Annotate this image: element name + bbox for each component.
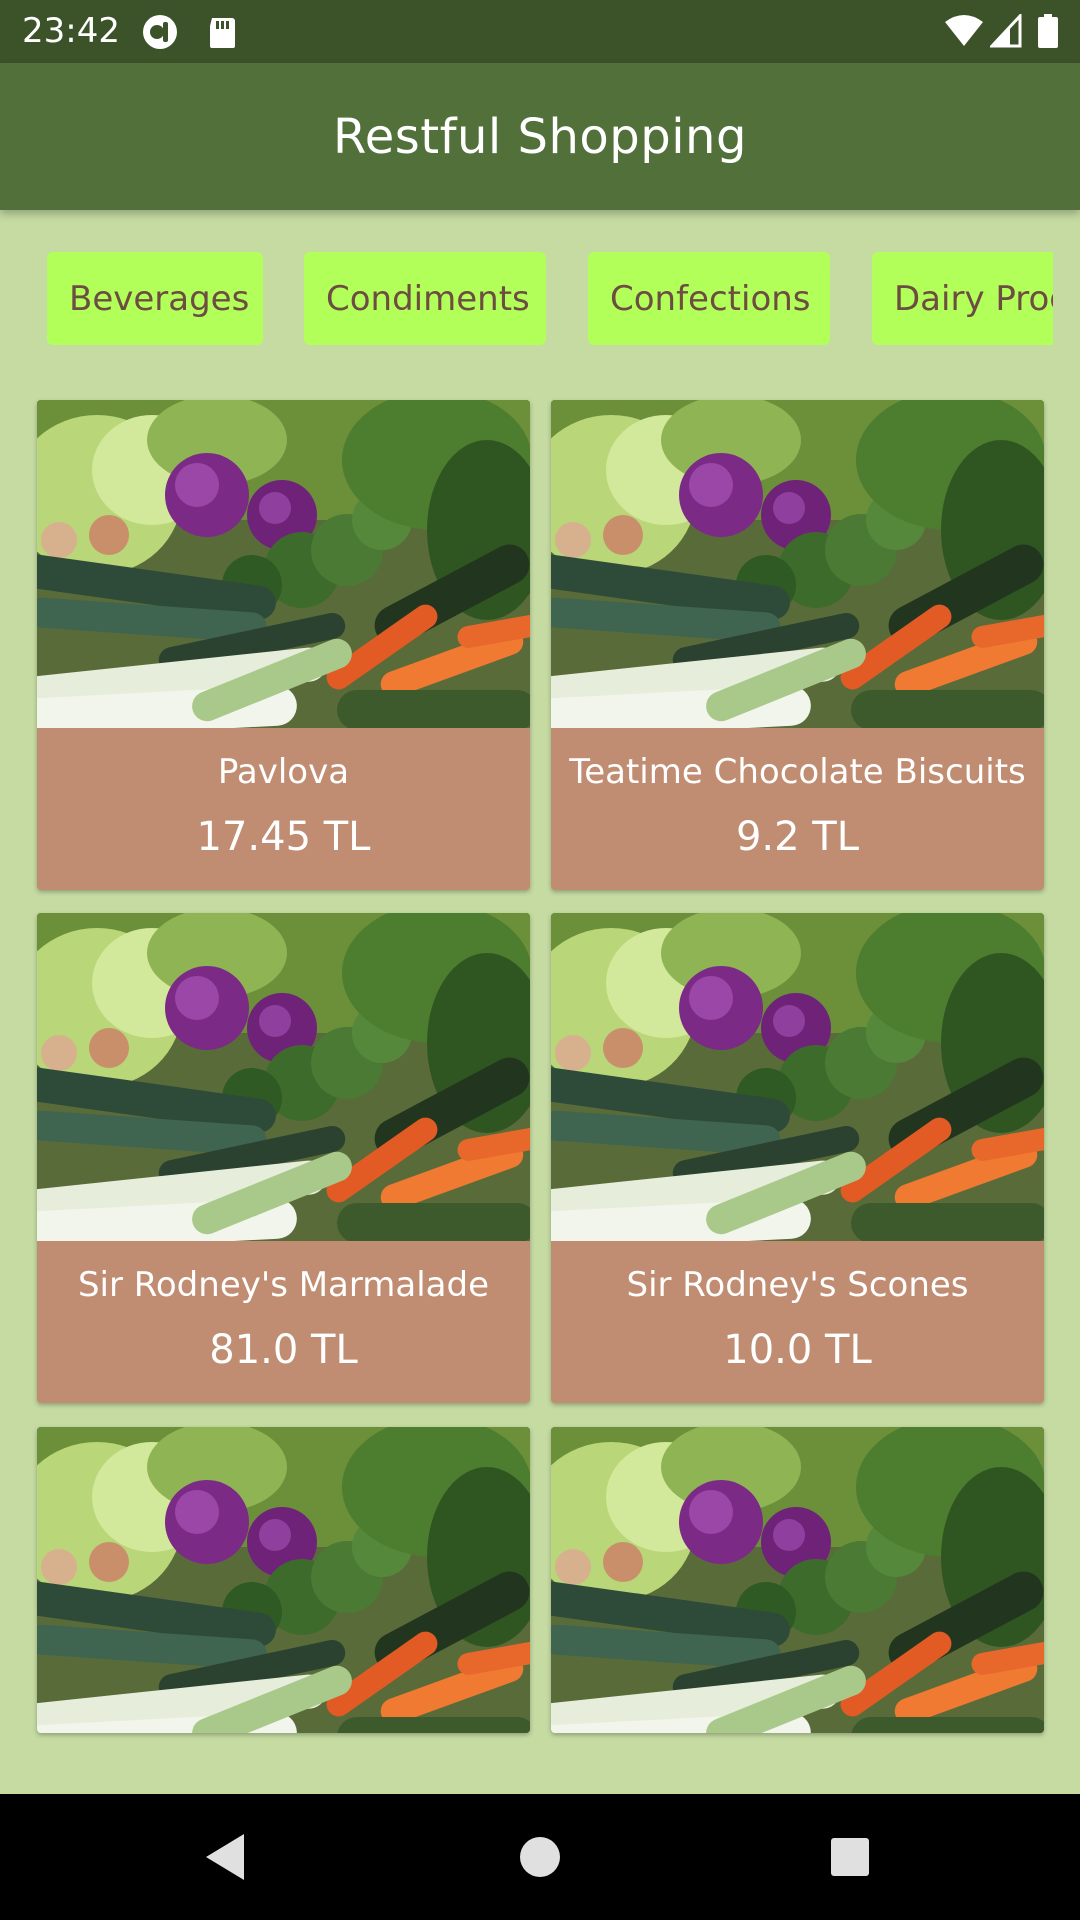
product-name: Teatime Chocolate Biscuits xyxy=(569,752,1026,792)
product-card[interactable]: Pavlova 17.45 TL xyxy=(37,400,530,890)
product-card[interactable] xyxy=(551,1427,1044,1733)
recents-icon[interactable] xyxy=(817,1824,883,1890)
product-image xyxy=(551,400,1044,728)
category-chip-row[interactable]: Beverages Condiments Confections Dairy P… xyxy=(0,252,1053,345)
product-card[interactable]: Sir Rodney's Scones 10.0 TL xyxy=(551,913,1044,1403)
product-price: 9.2 TL xyxy=(735,814,860,860)
product-card[interactable] xyxy=(37,1427,530,1733)
wifi-icon xyxy=(945,15,983,46)
product-card[interactable]: Sir Rodney's Marmalade 81.0 TL xyxy=(37,913,530,1403)
product-price: 81.0 TL xyxy=(209,1327,358,1373)
status-bar: 23:42 xyxy=(0,0,1080,63)
cell-signal-icon xyxy=(990,14,1022,48)
product-image xyxy=(37,913,530,1241)
product-card[interactable]: Teatime Chocolate Biscuits 9.2 TL xyxy=(551,400,1044,890)
product-name: Pavlova xyxy=(217,752,350,792)
home-icon[interactable] xyxy=(507,1824,573,1890)
product-price: 10.0 TL xyxy=(723,1327,872,1373)
chip-beverages[interactable]: Beverages xyxy=(47,252,263,345)
navigation-bar xyxy=(0,1794,1080,1920)
chip-condiments[interactable]: Condiments xyxy=(304,252,546,345)
product-image xyxy=(551,1427,1044,1733)
product-price: 17.45 TL xyxy=(196,814,371,860)
battery-icon xyxy=(1038,14,1058,48)
podcast-app-icon xyxy=(143,15,177,49)
back-icon[interactable] xyxy=(192,1824,258,1890)
app-title: Restful Shopping xyxy=(333,108,747,165)
product-image xyxy=(551,913,1044,1241)
chip-dairy-products[interactable]: Dairy Products xyxy=(872,252,1053,345)
product-name: Sir Rodney's Scones xyxy=(626,1265,969,1305)
app-bar: Restful Shopping xyxy=(0,63,1080,210)
product-image xyxy=(37,400,530,728)
product-name: Sir Rodney's Marmalade xyxy=(77,1265,490,1305)
sd-card-icon xyxy=(210,18,235,48)
chip-confections[interactable]: Confections xyxy=(588,252,830,345)
status-time: 23:42 xyxy=(22,11,120,51)
product-image xyxy=(37,1427,530,1733)
